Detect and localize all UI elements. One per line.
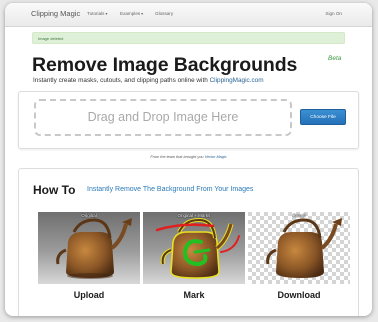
chevron-down-icon: ▾ [141, 11, 144, 16]
sign-in-link[interactable]: Sign On [325, 11, 342, 16]
nav-glossary[interactable]: Glossary [155, 11, 173, 16]
page-title: Remove Image Backgrounds [32, 54, 298, 76]
watering-can-result-image [248, 212, 350, 284]
step-upload: Upload [73, 290, 105, 300]
nav-examples[interactable]: Examples▾ [120, 11, 143, 16]
vector-magic-link[interactable]: Vector Magic [205, 155, 227, 159]
brand-logo[interactable]: Clipping Magic [31, 9, 80, 18]
team-credit: From the team that brought you Vector Ma… [5, 155, 372, 159]
nav-tutorials[interactable]: Tutorials▾ [87, 11, 107, 16]
watering-can-image [38, 212, 140, 284]
upload-card: Drag and Drop Image Here Choose File [18, 91, 359, 149]
chevron-down-icon: ▾ [105, 11, 108, 16]
success-alert: Image deleted [32, 32, 345, 44]
how-to-subtitle: Instantly Remove The Background From You… [87, 186, 254, 193]
original-image-panel: Original [38, 212, 140, 284]
result-image-panel: Result [248, 212, 350, 284]
credit-text: From the team that brought you [150, 155, 205, 159]
how-to-title: How To [33, 183, 76, 197]
navbar: Clipping Magic Tutorials▾ Examples▾ Glos… [5, 3, 372, 27]
nav-label: Glossary [155, 11, 174, 16]
choose-file-button[interactable]: Choose File [300, 109, 346, 125]
step-mark: Mark [183, 290, 205, 300]
subtitle-text: Instantly create masks, cutouts, and cli… [33, 77, 210, 84]
beta-badge: Beta [328, 55, 342, 62]
nav-label: Examples [120, 11, 141, 16]
panel-label: Original + Marks [177, 213, 211, 218]
marked-image-panel: Original + Marks [143, 212, 245, 284]
nav-label: Tutorials [87, 11, 105, 16]
panel-label: Original [81, 213, 97, 218]
drop-zone[interactable]: Drag and Drop Image Here [34, 99, 292, 136]
watering-can-marked-image [143, 212, 245, 284]
panel-label: Result [292, 213, 306, 218]
browser-page: Clipping Magic Tutorials▾ Examples▾ Glos… [5, 3, 372, 316]
step-download: Download [277, 290, 321, 300]
page-subtitle: Instantly create masks, cutouts, and cli… [33, 77, 264, 84]
how-to-card: How To Instantly Remove The Background F… [18, 168, 359, 316]
site-link[interactable]: ClippingMagic.com [210, 77, 264, 84]
